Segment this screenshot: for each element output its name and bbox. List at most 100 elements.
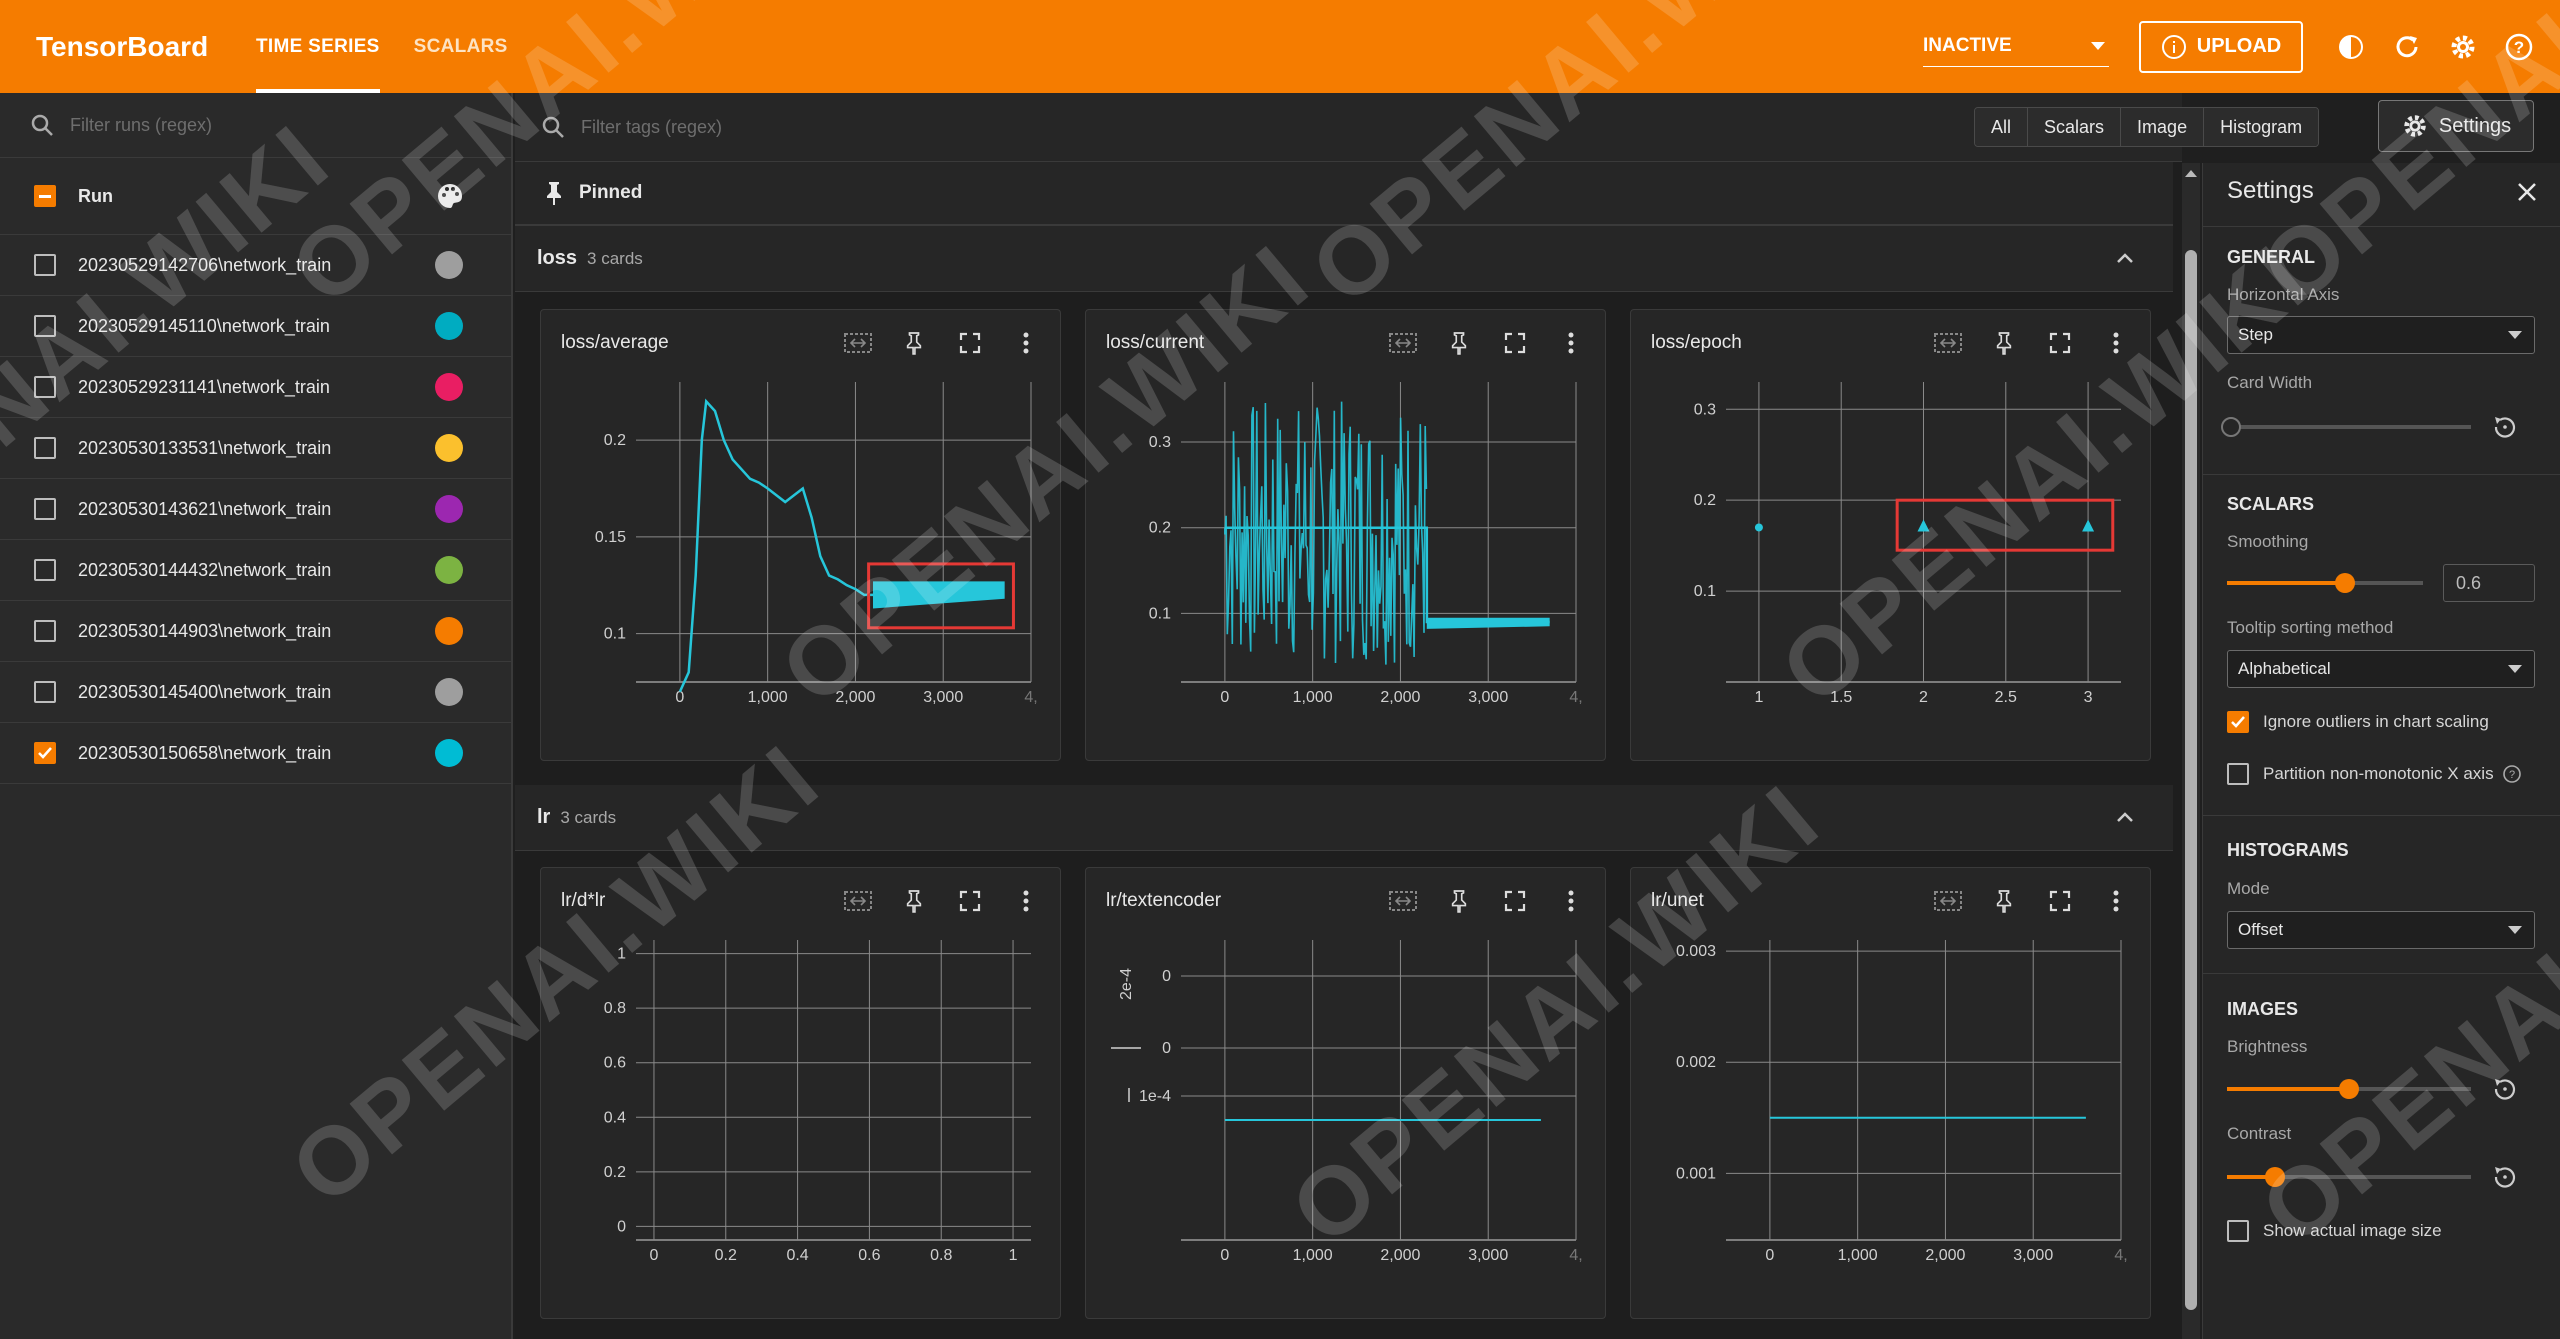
filter-image[interactable]: Image <box>2121 108 2205 146</box>
run-row[interactable]: 20230530144903\network_train <box>0 601 511 662</box>
noisy-series[interactable] <box>1224 401 1428 665</box>
settings-button[interactable]: Settings <box>2378 100 2534 152</box>
pin-icon[interactable] <box>1988 330 2020 356</box>
data-point[interactable] <box>1754 523 1763 532</box>
run-checkbox[interactable] <box>34 315 56 337</box>
help-icon[interactable]: ? <box>2502 764 2522 784</box>
chart-plot[interactable]: 1 1.5 2 2.5 3 0.3 0.2 0.1 <box>1631 370 2152 750</box>
upload-button[interactable]: UPLOAD <box>2139 20 2303 73</box>
chart-plot[interactable]: 0 1,000 2,000 3,000 4,0.20.150.1 <box>541 370 1062 750</box>
run-color-swatch[interactable] <box>435 251 463 279</box>
run-checkbox[interactable] <box>34 559 56 581</box>
run-row[interactable]: 20230529142706\network_train <box>0 235 511 296</box>
fit-domain-icon[interactable] <box>1932 330 1964 356</box>
tab-scalars[interactable]: SCALARS <box>414 0 508 93</box>
slider-knob[interactable] <box>2265 1167 2285 1187</box>
data-point[interactable] <box>2082 519 2095 532</box>
run-checkbox[interactable] <box>34 254 56 276</box>
run-color-swatch[interactable] <box>435 556 463 584</box>
run-row[interactable]: 20230530143621\network_train <box>0 479 511 540</box>
filter-scalars[interactable]: Scalars <box>2028 108 2122 146</box>
chart-plot[interactable]: 0 1,000 2,000 3,000 4, 0 0 1e-4 2e-4 <box>1086 928 1607 1308</box>
fit-domain-icon[interactable] <box>1387 888 1419 914</box>
more-vert-icon[interactable] <box>2100 888 2132 914</box>
scrollbar-thumb[interactable] <box>2185 250 2197 1310</box>
partition-checkbox[interactable] <box>2227 763 2249 785</box>
run-row[interactable]: 20230530133531\network_train <box>0 418 511 479</box>
fit-domain-icon[interactable] <box>1932 888 1964 914</box>
run-checkbox[interactable] <box>34 376 56 398</box>
actual-size-option[interactable]: Show actual image size <box>2227 1220 2442 1242</box>
pin-icon[interactable] <box>898 330 930 356</box>
gear-icon[interactable] <box>2446 30 2480 64</box>
run-checkbox[interactable] <box>34 620 56 642</box>
run-row[interactable]: 20230530145400\network_train <box>0 662 511 723</box>
ignore-outliers-option[interactable]: Ignore outliers in chart scaling <box>2227 711 2489 733</box>
slider-knob[interactable] <box>2221 417 2241 437</box>
tooltip-sort-select[interactable]: Alphabetical <box>2227 650 2535 688</box>
fit-domain-icon[interactable] <box>1387 330 1419 356</box>
data-point[interactable] <box>1917 519 1930 532</box>
run-color-swatch[interactable] <box>435 617 463 645</box>
more-vert-icon[interactable] <box>1010 330 1042 356</box>
chart-plot[interactable]: 0 0.2 0.4 0.6 0.8 1 1 0.8 0.6 0.4 0.2 0 <box>541 928 1062 1308</box>
fit-domain-icon[interactable] <box>842 888 874 914</box>
fullscreen-icon[interactable] <box>2044 888 2076 914</box>
pin-icon[interactable] <box>1988 888 2020 914</box>
fullscreen-icon[interactable] <box>1499 330 1531 356</box>
help-icon[interactable]: ? <box>2502 30 2536 64</box>
run-checkbox[interactable] <box>34 742 56 764</box>
run-color-swatch[interactable] <box>435 434 463 462</box>
scroll-up-icon[interactable] <box>2182 165 2200 181</box>
actual-size-checkbox[interactable] <box>2227 1220 2249 1242</box>
run-row[interactable]: 20230529145110\network_train <box>0 296 511 357</box>
fit-domain-icon[interactable] <box>842 330 874 356</box>
pin-icon[interactable] <box>898 888 930 914</box>
brightness-slider[interactable] <box>2227 1079 2471 1099</box>
tab-time-series[interactable]: TIME SERIES <box>256 0 380 93</box>
slider-knob[interactable] <box>2335 573 2355 593</box>
series-line[interactable] <box>678 398 970 693</box>
partition-option[interactable]: Partition non-monotonic X axis ? <box>2227 763 2522 785</box>
reset-icon[interactable] <box>2491 413 2519 441</box>
pin-icon[interactable] <box>1443 888 1475 914</box>
run-color-swatch[interactable] <box>435 495 463 523</box>
more-vert-icon[interactable] <box>2100 330 2132 356</box>
status-dropdown[interactable]: INACTIVE <box>1923 27 2109 67</box>
reset-icon[interactable] <box>2491 1075 2519 1103</box>
run-color-swatch[interactable] <box>435 739 463 767</box>
run-row[interactable]: 20230530150658\network_train <box>0 723 511 784</box>
run-color-swatch[interactable] <box>435 312 463 340</box>
fullscreen-icon[interactable] <box>1499 888 1531 914</box>
fullscreen-icon[interactable] <box>2044 330 2076 356</box>
group-loss[interactable]: loss 3 cards <box>515 226 2173 292</box>
more-vert-icon[interactable] <box>1555 330 1587 356</box>
chevron-up-icon[interactable] <box>2113 805 2137 829</box>
tag-filter-input[interactable]: Filter tags (regex) <box>581 117 722 138</box>
filter-all[interactable]: All <box>1975 108 2029 146</box>
chart-plot[interactable]: 0 1,000 2,000 3,000 4, 0.003 0.002 0.001 <box>1631 928 2152 1308</box>
run-checkbox[interactable] <box>34 498 56 520</box>
histogram-mode-select[interactable]: Offset <box>2227 911 2535 949</box>
fullscreen-icon[interactable] <box>954 888 986 914</box>
horizontal-axis-select[interactable]: Step <box>2227 316 2535 354</box>
group-lr[interactable]: lr 3 cards <box>515 785 2173 851</box>
smoothing-input[interactable]: 0.6 <box>2443 564 2535 602</box>
fullscreen-icon[interactable] <box>954 330 986 356</box>
run-checkbox[interactable] <box>34 437 56 459</box>
run-row[interactable]: 20230530144432\network_train <box>0 540 511 601</box>
run-color-swatch[interactable] <box>435 373 463 401</box>
palette-icon[interactable] <box>435 181 465 211</box>
filter-histogram[interactable]: Histogram <box>2204 108 2319 146</box>
theme-toggle-icon[interactable] <box>2334 30 2368 64</box>
refresh-icon[interactable] <box>2390 30 2424 64</box>
run-checkbox[interactable] <box>34 681 56 703</box>
run-filter[interactable]: Filter runs (regex) <box>0 93 511 158</box>
chart-plot[interactable]: 0 1,000 2,000 3,000 4, 0.3 0.2 0.1 <box>1086 370 1607 750</box>
reset-icon[interactable] <box>2491 1163 2519 1191</box>
pin-icon[interactable] <box>1443 330 1475 356</box>
slider-knob[interactable] <box>2339 1079 2359 1099</box>
close-icon[interactable] <box>2514 179 2540 205</box>
more-vert-icon[interactable] <box>1555 888 1587 914</box>
chevron-up-icon[interactable] <box>2113 246 2137 270</box>
